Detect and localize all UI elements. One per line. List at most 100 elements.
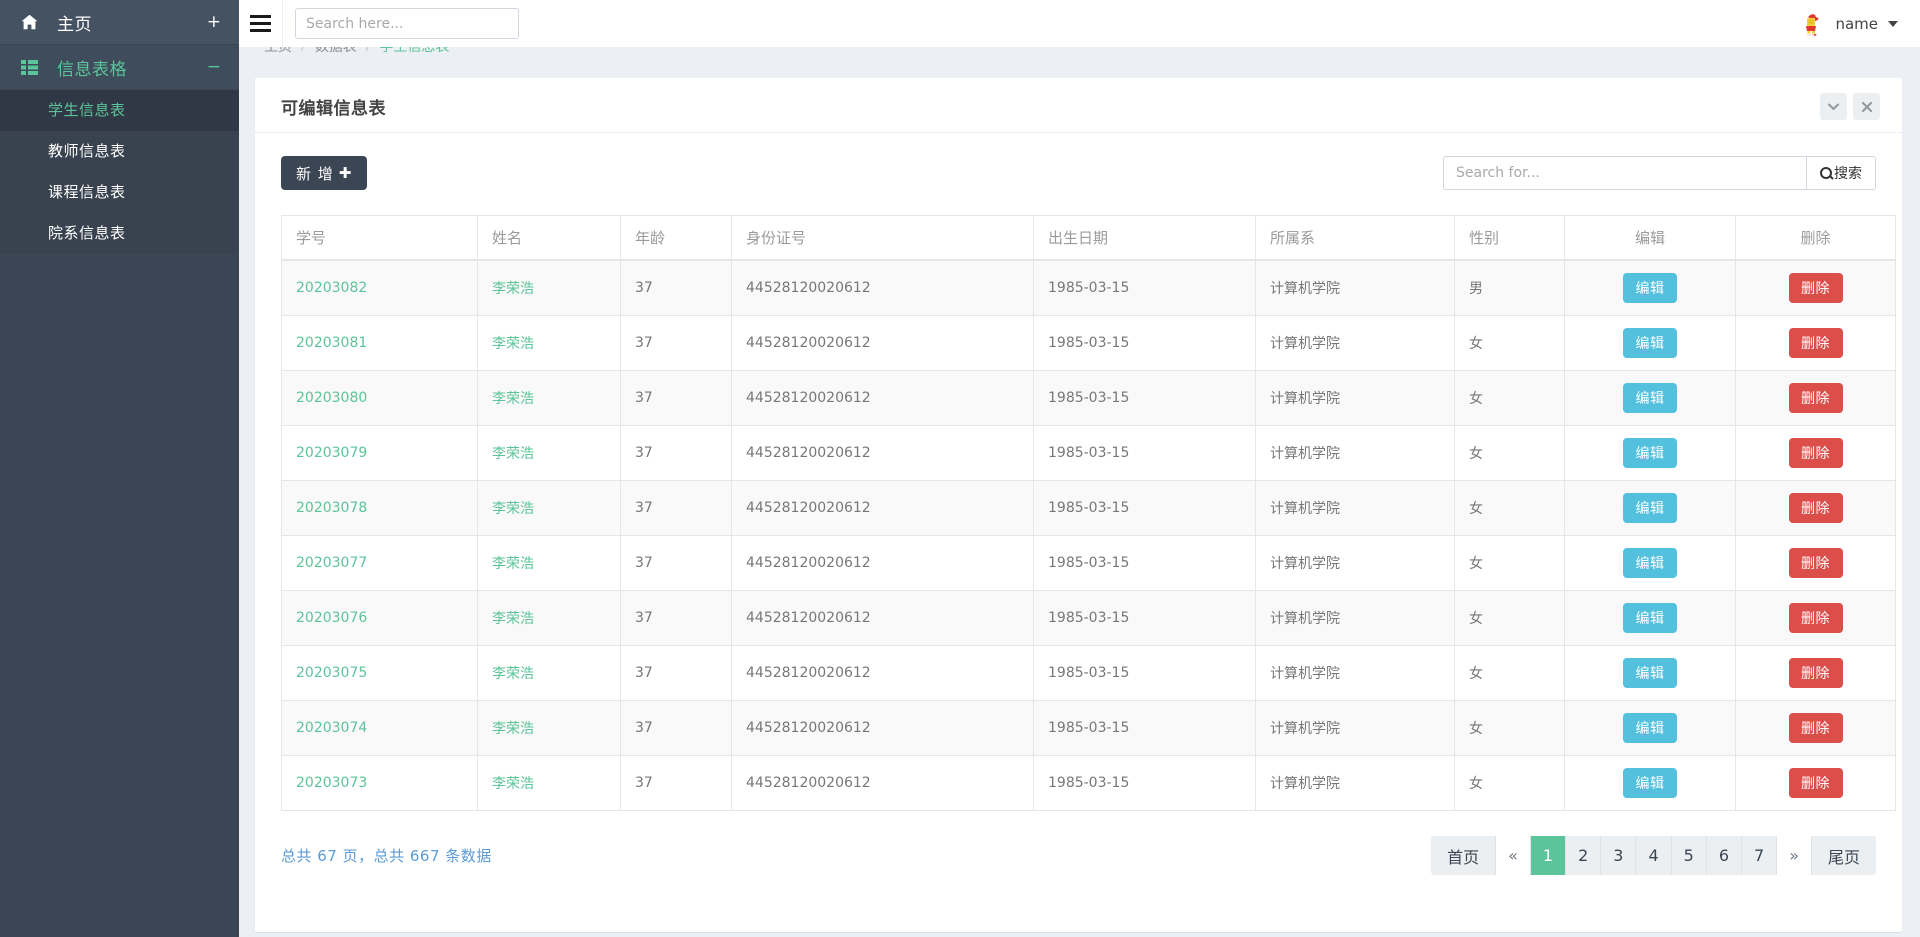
panel-title: 可编辑信息表 (281, 99, 386, 119)
student-name-link[interactable]: 李荣浩 (492, 611, 534, 627)
edit-row-button[interactable]: 编辑 (1623, 767, 1677, 798)
student-name-link[interactable]: 李荣浩 (492, 776, 534, 792)
student-name-link[interactable]: 李荣浩 (492, 721, 534, 737)
student-name-link[interactable]: 李荣浩 (492, 666, 534, 682)
student-id-link[interactable]: 20203080 (296, 390, 367, 406)
sidebar-item-department-table[interactable]: 院系信息表 (0, 213, 239, 254)
cell-sex: 女 (1454, 479, 1565, 536)
delete-row-button[interactable]: 删除 (1788, 712, 1843, 743)
delete-row-button[interactable]: 删除 (1788, 767, 1843, 798)
pagination-item[interactable]: 1 (1530, 836, 1567, 875)
cell-dept: 计算机学院 (1255, 369, 1455, 426)
edit-row-button[interactable]: 编辑 (1623, 712, 1677, 743)
sidebar-info-tables-label: 信息表格 (57, 59, 127, 80)
cell-dob: 1985-03-15 (1033, 534, 1256, 591)
student-id-link[interactable]: 20203075 (296, 665, 367, 681)
add-record-button[interactable]: 新 增 ✚ (281, 156, 368, 190)
table-row: 20203080 李荣浩 37 44528120020612 1985-03-15 计算机… (281, 369, 1896, 426)
pagination-item[interactable]: 4 (1636, 836, 1672, 875)
student-name-link[interactable]: 李荣浩 (492, 556, 534, 572)
cell-idcard: 44528120020612 (731, 699, 1034, 756)
cell-id: 20203078 (281, 479, 478, 536)
table-row: 20203078 李荣浩 37 44528120020612 1985-03-15 计算机… (281, 479, 1896, 536)
panel-tools (1820, 93, 1880, 120)
column-header-name: 姓名 (477, 215, 621, 261)
cell-dob: 1985-03-15 (1033, 644, 1256, 701)
search-button-label: 搜索 (1834, 166, 1862, 182)
student-id-link[interactable]: 20203076 (296, 610, 367, 626)
sidebar-item-teacher-table[interactable]: 教师信息表 (0, 131, 239, 172)
student-id-link[interactable]: 20203078 (296, 500, 367, 516)
cell-sex: 女 (1454, 754, 1565, 811)
edit-row-button[interactable]: 编辑 (1623, 492, 1677, 523)
table-list-icon (21, 59, 43, 75)
cell-delete: 删除 (1735, 699, 1896, 756)
edit-row-button[interactable]: 编辑 (1623, 272, 1677, 303)
cell-age: 37 (620, 314, 732, 371)
sidebar-item-course-table[interactable]: 课程信息表 (0, 172, 239, 213)
pagination-item[interactable]: 6 (1706, 836, 1742, 875)
student-name-link[interactable]: 李荣浩 (492, 501, 534, 517)
student-id-link[interactable]: 20203081 (296, 335, 367, 351)
delete-row-button[interactable]: 删除 (1788, 547, 1843, 578)
pagination-item[interactable]: 2 (1566, 836, 1602, 875)
pagination-item[interactable]: 首页 (1431, 836, 1497, 875)
edit-row-button[interactable]: 编辑 (1623, 382, 1677, 413)
student-name-link[interactable]: 李荣浩 (492, 336, 534, 352)
table-row: 20203075 李荣浩 37 44528120020612 1985-03-15 计算机… (281, 644, 1896, 701)
cell-dob: 1985-03-15 (1033, 479, 1256, 536)
cell-idcard: 44528120020612 (731, 754, 1034, 811)
cell-dob: 1985-03-15 (1033, 424, 1256, 481)
pagination-item[interactable]: 尾页 (1811, 836, 1876, 875)
delete-row-button[interactable]: 删除 (1788, 382, 1843, 413)
cell-idcard: 44528120020612 (731, 314, 1034, 371)
user-menu[interactable]: name (1799, 10, 1902, 37)
pagination-item[interactable]: » (1777, 836, 1812, 875)
edit-row-button[interactable]: 编辑 (1623, 602, 1677, 633)
edit-row-button[interactable]: 编辑 (1623, 547, 1677, 578)
edit-row-button[interactable]: 编辑 (1623, 437, 1677, 468)
student-id-link[interactable]: 20203073 (296, 775, 367, 791)
cell-age: 37 (620, 534, 732, 591)
panel-close-button[interactable] (1853, 93, 1880, 120)
avatar (1799, 10, 1827, 37)
delete-row-button[interactable]: 删除 (1788, 272, 1843, 303)
table-row: 20203073 李荣浩 37 44528120020612 1985-03-15 计算机… (281, 754, 1896, 811)
cell-delete: 删除 (1735, 644, 1896, 701)
table-search-button[interactable]: 搜索 (1806, 156, 1876, 190)
main-area: name 主页 / 数据表 / 学生信息表 可编辑信息表 (239, 0, 1920, 937)
delete-row-button[interactable]: 删除 (1788, 602, 1843, 633)
student-id-link[interactable]: 20203077 (296, 555, 367, 571)
panel-collapse-button[interactable] (1820, 93, 1847, 120)
sidebar-item-home[interactable]: 主页 + (0, 0, 239, 45)
student-id-link[interactable]: 20203082 (296, 280, 367, 296)
sidebar-item-info-tables[interactable]: 信息表格 − (0, 45, 239, 90)
edit-row-button[interactable]: 编辑 (1623, 327, 1677, 358)
student-name-link[interactable]: 李荣浩 (492, 446, 534, 462)
pagination-item[interactable]: « (1496, 836, 1531, 875)
cell-dob: 1985-03-15 (1033, 314, 1256, 371)
cell-id: 20203075 (281, 644, 478, 701)
add-button-label: 新 增 (296, 164, 334, 183)
student-name-link[interactable]: 李荣浩 (492, 391, 534, 407)
cell-age: 37 (620, 754, 732, 811)
sidebar-item-student-table[interactable]: 学生信息表 (0, 90, 239, 131)
delete-row-button[interactable]: 删除 (1788, 657, 1843, 688)
menu-toggle-icon[interactable] (239, 0, 283, 47)
student-name-link[interactable]: 李荣浩 (492, 281, 534, 297)
pagination-item[interactable]: 7 (1742, 836, 1778, 875)
delete-row-button[interactable]: 删除 (1788, 492, 1843, 523)
global-search-input[interactable] (295, 8, 519, 39)
cell-delete: 删除 (1735, 589, 1896, 646)
sidebar-info-tables-collapse-sign[interactable]: − (207, 58, 221, 76)
student-id-link[interactable]: 20203079 (296, 445, 367, 461)
edit-row-button[interactable]: 编辑 (1623, 657, 1677, 688)
pagination-item[interactable]: 5 (1671, 836, 1707, 875)
student-id-link[interactable]: 20203074 (296, 720, 367, 736)
delete-row-button[interactable]: 删除 (1788, 327, 1843, 358)
table-search-input[interactable] (1443, 156, 1806, 190)
chevron-down-icon[interactable] (1888, 20, 1898, 27)
pagination-item[interactable]: 3 (1601, 836, 1637, 875)
delete-row-button[interactable]: 删除 (1788, 437, 1843, 468)
sidebar-home-expand-sign[interactable]: + (207, 13, 221, 31)
